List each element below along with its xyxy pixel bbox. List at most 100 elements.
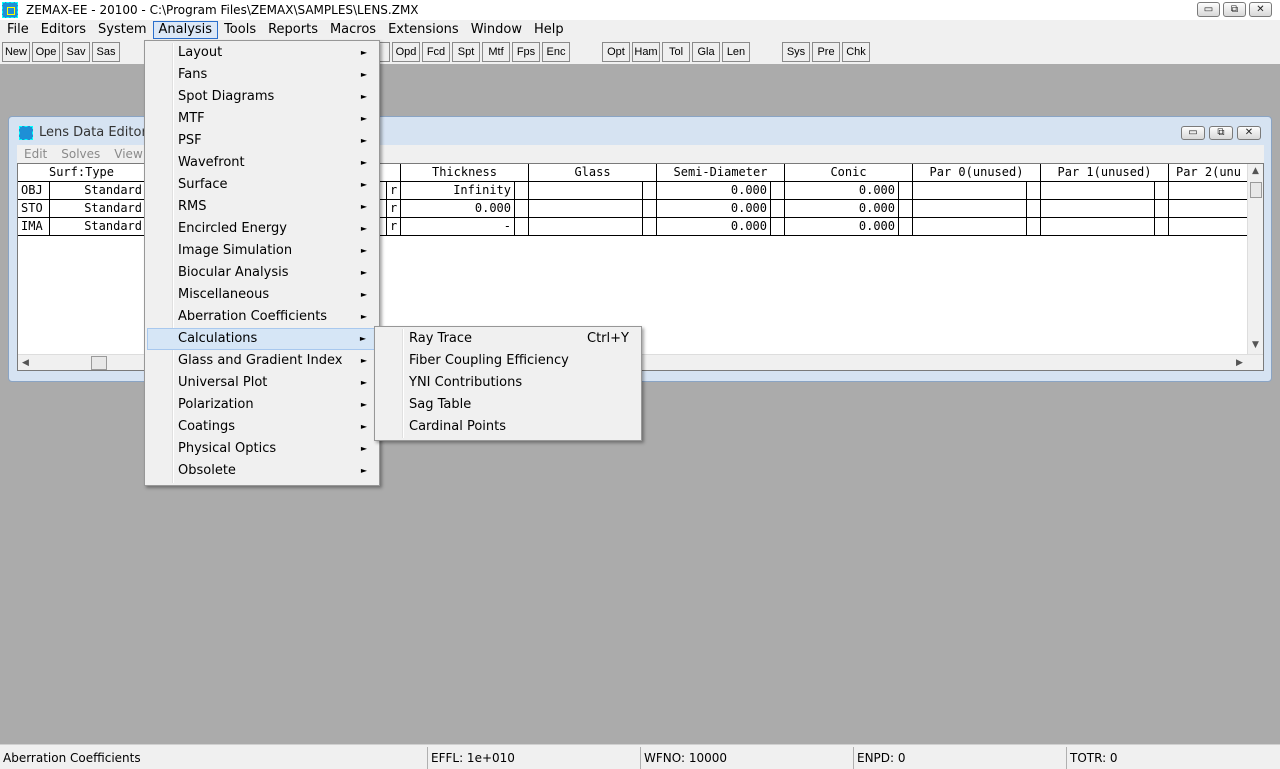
- toolbar-opt-button[interactable]: Opt: [602, 42, 630, 62]
- header-par2[interactable]: Par 2(unu: [1169, 164, 1249, 182]
- menu-editors[interactable]: Editors: [35, 21, 92, 39]
- row-ima-par0[interactable]: [913, 218, 1027, 236]
- menu-item-coatings[interactable]: Coatings ►: [147, 416, 377, 438]
- row-ima-par1[interactable]: [1041, 218, 1155, 236]
- menu-tools[interactable]: Tools: [218, 21, 262, 39]
- lens-editor-maximize-button[interactable]: ⧉: [1209, 126, 1233, 140]
- submenu-item-yni-contributions[interactable]: YNI Contributions: [377, 372, 639, 394]
- menu-item-aberration-coefficients[interactable]: Aberration Coefficients ►: [147, 306, 377, 328]
- menu-reports[interactable]: Reports: [262, 21, 324, 39]
- row-ima-semi-diameter[interactable]: 0.000: [657, 218, 771, 236]
- horizontal-scroll-thumb[interactable]: [91, 356, 107, 370]
- row-ima-semi-solve[interactable]: [771, 218, 785, 236]
- row-ima-glass[interactable]: [529, 218, 643, 236]
- lens-editor-menu-edit[interactable]: Edit: [17, 147, 54, 161]
- menu-item-psf[interactable]: PSF ►: [147, 130, 377, 152]
- row-obj-par2[interactable]: [1169, 182, 1249, 200]
- menu-analysis[interactable]: Analysis: [152, 21, 219, 39]
- menu-item-fans[interactable]: Fans ►: [147, 64, 377, 86]
- restore-button[interactable]: ⧉: [1223, 2, 1246, 17]
- header-glass[interactable]: Glass: [529, 164, 657, 182]
- row-ima-conic[interactable]: 0.000: [785, 218, 899, 236]
- lens-editor-menu-solves[interactable]: Solves: [54, 147, 107, 161]
- row-ima-surf[interactable]: IMA: [18, 218, 50, 236]
- row-obj-surf[interactable]: OBJ: [18, 182, 50, 200]
- row-sto-par1-solve[interactable]: [1155, 200, 1169, 218]
- toolbar-mtf-button[interactable]: Mtf: [482, 42, 510, 62]
- row-ima-type[interactable]: Standard: [50, 218, 146, 236]
- toolbar-open-button[interactable]: Ope: [32, 42, 60, 62]
- row-sto-par0-solve[interactable]: [1027, 200, 1041, 218]
- scroll-left-arrow-icon[interactable]: ◀: [22, 358, 29, 368]
- header-thickness[interactable]: Thickness: [401, 164, 529, 182]
- row-obj-conic-solve[interactable]: [899, 182, 913, 200]
- toolbar-saveas-button[interactable]: Sas: [92, 42, 120, 62]
- menu-help[interactable]: Help: [528, 21, 570, 39]
- menu-window[interactable]: Window: [465, 21, 528, 39]
- row-obj-thickness[interactable]: Infinity: [401, 182, 515, 200]
- toolbar-sys-button[interactable]: Sys: [782, 42, 810, 62]
- vertical-scroll-thumb[interactable]: [1250, 182, 1262, 198]
- toolbar-gla-button[interactable]: Gla: [692, 42, 720, 62]
- menu-item-wavefront[interactable]: Wavefront ►: [147, 152, 377, 174]
- menu-macros[interactable]: Macros: [324, 21, 382, 39]
- toolbar-ham-button[interactable]: Ham: [632, 42, 660, 62]
- menu-item-image-simulation[interactable]: Image Simulation ►: [147, 240, 377, 262]
- row-sto-radius-solve[interactable]: r: [387, 200, 401, 218]
- row-sto-semi-solve[interactable]: [771, 200, 785, 218]
- menu-extensions[interactable]: Extensions: [382, 21, 465, 39]
- row-ima-par0-solve[interactable]: [1027, 218, 1041, 236]
- row-sto-par0[interactable]: [913, 200, 1027, 218]
- menu-item-surface[interactable]: Surface ►: [147, 174, 377, 196]
- toolbar-tol-button[interactable]: Tol: [662, 42, 690, 62]
- toolbar-opd-button[interactable]: Opd: [392, 42, 420, 62]
- vertical-scrollbar[interactable]: ▲ ▼: [1247, 164, 1263, 354]
- row-sto-glass[interactable]: [529, 200, 643, 218]
- row-sto-surf[interactable]: STO: [18, 200, 50, 218]
- row-obj-conic[interactable]: 0.000: [785, 182, 899, 200]
- header-par1[interactable]: Par 1(unused): [1041, 164, 1169, 182]
- toolbar-spt-button[interactable]: Spt: [452, 42, 480, 62]
- row-obj-type[interactable]: Standard: [50, 182, 146, 200]
- row-ima-par2[interactable]: [1169, 218, 1249, 236]
- header-surf-type[interactable]: Surf:Type: [18, 164, 146, 182]
- row-obj-par1[interactable]: [1041, 182, 1155, 200]
- toolbar-fcd-button[interactable]: Fcd: [422, 42, 450, 62]
- menu-item-calculations[interactable]: Calculations ►: [147, 328, 377, 350]
- scroll-down-arrow-icon[interactable]: ▼: [1252, 340, 1259, 350]
- header-conic[interactable]: Conic: [785, 164, 913, 182]
- submenu-item-fiber-coupling[interactable]: Fiber Coupling Efficiency: [377, 350, 639, 372]
- close-button[interactable]: ✕: [1249, 2, 1272, 17]
- lens-editor-close-button[interactable]: ✕: [1237, 126, 1261, 140]
- row-ima-radius-solve[interactable]: r: [387, 218, 401, 236]
- row-obj-par0-solve[interactable]: [1027, 182, 1041, 200]
- row-ima-thickness[interactable]: -: [401, 218, 515, 236]
- menu-file[interactable]: File: [1, 21, 35, 39]
- row-obj-glass-solve[interactable]: [643, 182, 657, 200]
- minimize-button[interactable]: ▭: [1197, 2, 1220, 17]
- menu-item-mtf[interactable]: MTF ►: [147, 108, 377, 130]
- row-ima-par1-solve[interactable]: [1155, 218, 1169, 236]
- submenu-item-cardinal-points[interactable]: Cardinal Points: [377, 416, 639, 438]
- scroll-right-arrow-icon[interactable]: ▶: [1236, 358, 1243, 368]
- toolbar-pre-button[interactable]: Pre: [812, 42, 840, 62]
- menu-item-spot-diagrams[interactable]: Spot Diagrams ►: [147, 86, 377, 108]
- row-ima-thickness-solve[interactable]: [515, 218, 529, 236]
- toolbar-fps-button[interactable]: Fps: [512, 42, 540, 62]
- submenu-item-ray-trace[interactable]: Ray Trace Ctrl+Y: [377, 328, 639, 350]
- menu-item-physical-optics[interactable]: Physical Optics ►: [147, 438, 377, 460]
- row-sto-glass-solve[interactable]: [643, 200, 657, 218]
- row-obj-semi-solve[interactable]: [771, 182, 785, 200]
- toolbar-enc-button[interactable]: Enc: [542, 42, 570, 62]
- row-sto-par1[interactable]: [1041, 200, 1155, 218]
- menu-item-universal-plot[interactable]: Universal Plot ►: [147, 372, 377, 394]
- header-semi-diameter[interactable]: Semi-Diameter: [657, 164, 785, 182]
- header-par0[interactable]: Par 0(unused): [913, 164, 1041, 182]
- row-ima-conic-solve[interactable]: [899, 218, 913, 236]
- submenu-item-sag-table[interactable]: Sag Table: [377, 394, 639, 416]
- menu-item-biocular-analysis[interactable]: Biocular Analysis ►: [147, 262, 377, 284]
- row-obj-radius-solve[interactable]: r: [387, 182, 401, 200]
- menu-item-polarization[interactable]: Polarization ►: [147, 394, 377, 416]
- menu-item-layout[interactable]: Layout ►: [147, 42, 377, 64]
- menu-item-glass-gradient-index[interactable]: Glass and Gradient Index ►: [147, 350, 377, 372]
